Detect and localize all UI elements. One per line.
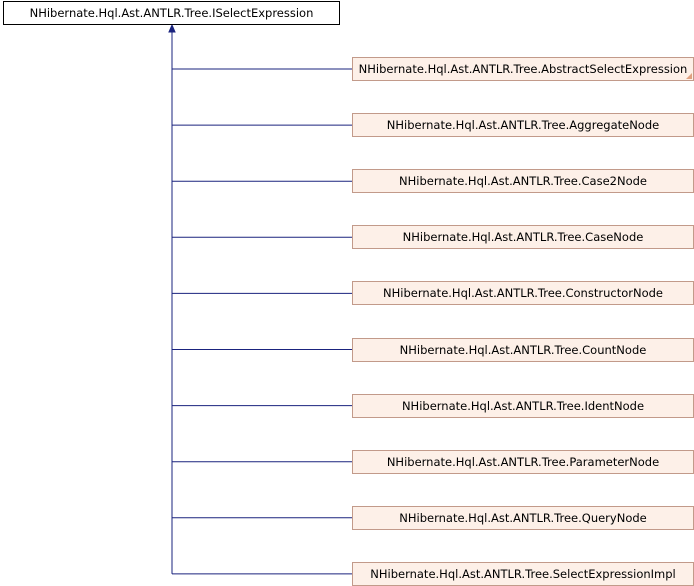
folded-corner-icon bbox=[686, 73, 692, 79]
derived-class-node[interactable]: NHibernate.Hql.Ast.ANTLR.Tree.AggregateN… bbox=[352, 113, 694, 138]
derived-class-label: NHibernate.Hql.Ast.ANTLR.Tree.IdentNode bbox=[401, 398, 645, 413]
derived-class-label: NHibernate.Hql.Ast.ANTLR.Tree.QueryNode bbox=[399, 510, 647, 525]
inheritance-arrow-icon bbox=[168, 23, 176, 33]
derived-class-node[interactable]: NHibernate.Hql.Ast.ANTLR.Tree.CountNode bbox=[352, 337, 694, 362]
derived-class-node[interactable]: NHibernate.Hql.Ast.ANTLR.Tree.Constructo… bbox=[352, 281, 694, 306]
derived-class-label: NHibernate.Hql.Ast.ANTLR.Tree.CaseNode bbox=[402, 230, 644, 245]
derived-class-node[interactable]: NHibernate.Hql.Ast.ANTLR.Tree.QueryNode bbox=[352, 505, 694, 530]
inheritance-diagram: NHibernate.Hql.Ast.ANTLR.Tree.ISelectExp… bbox=[0, 0, 694, 586]
derived-class-node[interactable]: NHibernate.Hql.Ast.ANTLR.Tree.AbstractSe… bbox=[352, 57, 694, 81]
derived-class-node[interactable]: NHibernate.Hql.Ast.ANTLR.Tree.ParameterN… bbox=[352, 449, 694, 474]
derived-class-label: NHibernate.Hql.Ast.ANTLR.Tree.Constructo… bbox=[383, 286, 663, 301]
derived-class-node[interactable]: NHibernate.Hql.Ast.ANTLR.Tree.IdentNode bbox=[352, 393, 694, 418]
base-class-node[interactable]: NHibernate.Hql.Ast.ANTLR.Tree.ISelectExp… bbox=[3, 1, 340, 25]
derived-class-label: NHibernate.Hql.Ast.ANTLR.Tree.SelectExpr… bbox=[370, 566, 676, 581]
derived-class-node[interactable]: NHibernate.Hql.Ast.ANTLR.Tree.SelectExpr… bbox=[352, 561, 694, 586]
base-class-label: NHibernate.Hql.Ast.ANTLR.Tree.ISelectExp… bbox=[29, 6, 314, 20]
derived-class-label: NHibernate.Hql.Ast.ANTLR.Tree.CountNode bbox=[399, 342, 647, 357]
derived-class-node[interactable]: NHibernate.Hql.Ast.ANTLR.Tree.Case2Node bbox=[352, 169, 694, 194]
derived-class-label: NHibernate.Hql.Ast.ANTLR.Tree.AbstractSe… bbox=[358, 62, 688, 76]
derived-class-label: NHibernate.Hql.Ast.ANTLR.Tree.AggregateN… bbox=[386, 118, 660, 133]
derived-class-label: NHibernate.Hql.Ast.ANTLR.Tree.ParameterN… bbox=[386, 454, 660, 469]
derived-class-label: NHibernate.Hql.Ast.ANTLR.Tree.Case2Node bbox=[399, 174, 647, 189]
derived-class-node[interactable]: NHibernate.Hql.Ast.ANTLR.Tree.CaseNode bbox=[352, 225, 694, 250]
